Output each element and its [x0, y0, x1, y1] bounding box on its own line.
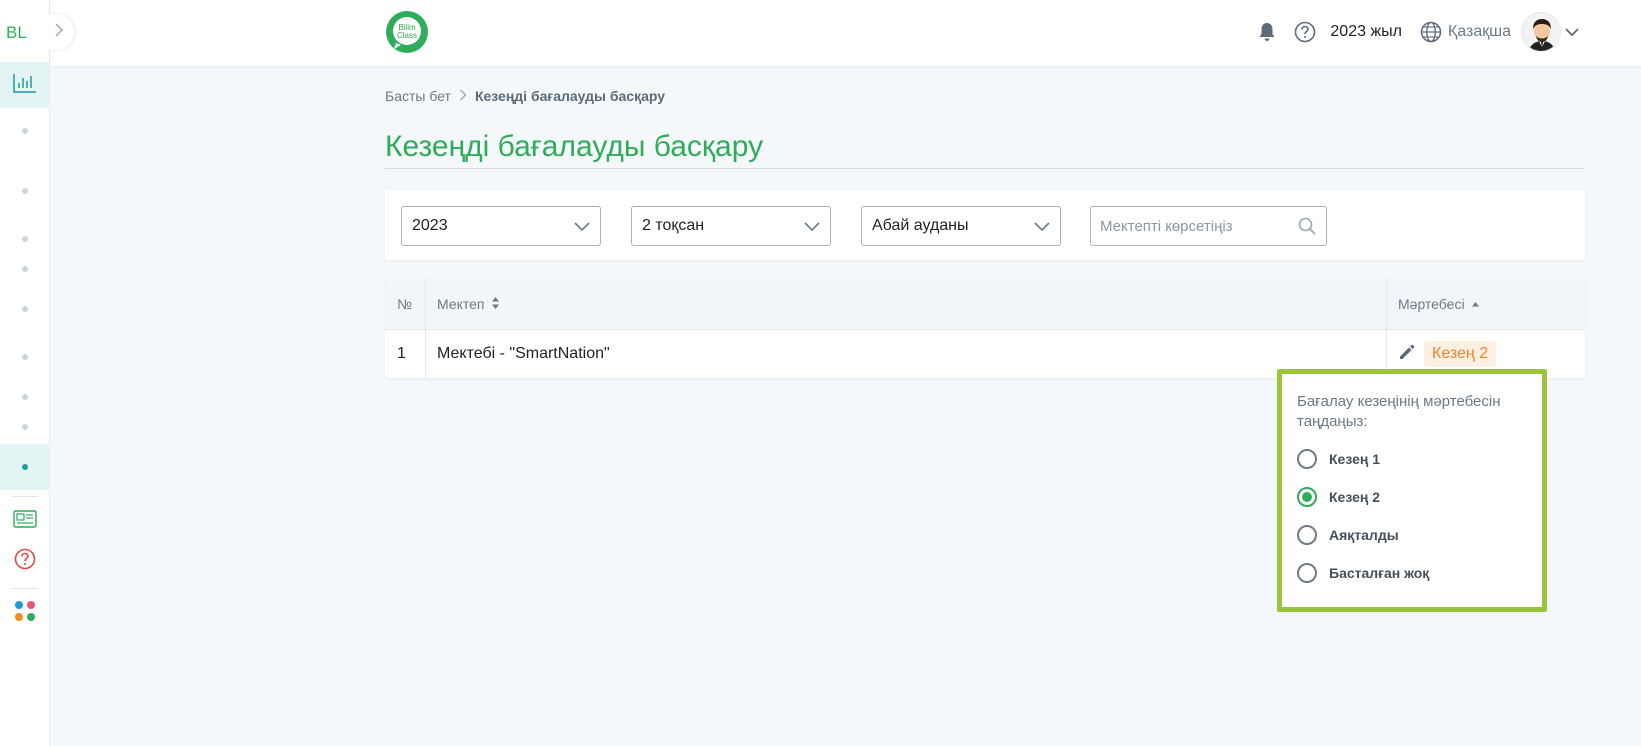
column-header-number: №	[385, 278, 425, 330]
column-header-status[interactable]: Мәртебесі	[1386, 278, 1585, 330]
district-select[interactable]: Абай ауданы	[861, 206, 1061, 246]
table-row-number: 1	[385, 330, 425, 378]
language-selector[interactable]: Қазақша	[1448, 23, 1511, 41]
chevron-down-icon	[574, 219, 590, 238]
radio-button[interactable]	[1297, 449, 1317, 469]
radio-button[interactable]	[1297, 525, 1317, 545]
school-search	[1090, 206, 1327, 246]
svg-text:BL: BL	[6, 23, 27, 42]
column-header-school-label: Мектеп	[437, 296, 485, 312]
dot-icon	[22, 188, 28, 194]
bar-chart-icon	[13, 73, 37, 98]
academic-year[interactable]: 2023 жыл	[1330, 23, 1402, 41]
schools-table: № Мектеп Мәртебесі 1 Мектебі - "SmartNat…	[385, 278, 1585, 378]
column-header-status-label: Мәртебесі	[1398, 296, 1465, 312]
svg-text:Class: Class	[397, 31, 417, 40]
breadcrumb: Басты бет Кезеңді бағалауды басқару	[385, 88, 665, 104]
sidebar-item-2[interactable]	[0, 168, 50, 214]
radio-label: Кезең 2	[1329, 489, 1381, 505]
page-title: Кезеңді бағалауды басқару	[385, 130, 764, 163]
column-header-school[interactable]: Мектеп	[425, 278, 1386, 330]
help-circle-icon	[14, 548, 36, 575]
sidebar-item-help[interactable]	[0, 538, 50, 584]
year-select-value: 2023	[412, 217, 448, 234]
edit-pencil-icon[interactable]	[1398, 343, 1416, 366]
popover-title: Бағалау кезеңінің мәртебесін таңдаңыз:	[1297, 393, 1501, 430]
radio-label: Аяқталды	[1329, 527, 1399, 543]
title-divider	[385, 168, 1585, 169]
table-row-school: Мектебі - "SmartNation"	[425, 330, 1386, 378]
sort-ascending-icon[interactable]	[1471, 296, 1480, 312]
dot-icon	[22, 306, 28, 312]
sidebar-item-5[interactable]	[0, 286, 50, 332]
radio-label: Кезең 1	[1329, 451, 1381, 467]
school-search-input[interactable]	[1091, 207, 1281, 245]
breadcrumb-current: Кезеңді бағалауды басқару	[474, 88, 666, 104]
chevron-right-icon	[459, 88, 467, 104]
dot-icon	[22, 394, 28, 400]
globe-icon[interactable]	[1420, 21, 1442, 43]
status-popover: Бағалау кезеңінің мәртебесін таңдаңыз: К…	[1277, 369, 1547, 612]
sidebar-divider	[12, 588, 38, 589]
avatar[interactable]	[1521, 12, 1561, 52]
bell-icon[interactable]	[1258, 22, 1276, 42]
search-icon[interactable]	[1298, 217, 1316, 240]
status-badge[interactable]: Кезең 2	[1424, 341, 1497, 367]
radio-option-stage-2[interactable]: Кезең 2	[1297, 485, 1380, 509]
radio-button[interactable]	[1297, 563, 1317, 583]
chevron-down-icon	[804, 219, 820, 238]
top-header: Bilim Class 2023 жыл Қазақша	[50, 0, 1641, 66]
school-name: Мектебі - "SmartNation"	[437, 345, 610, 362]
radio-label: Басталған жоқ	[1329, 565, 1430, 581]
bilim-class-logo[interactable]: Bilim Class	[384, 9, 430, 55]
year-select[interactable]: 2023	[401, 206, 601, 246]
sort-icon[interactable]	[491, 296, 500, 313]
sidebar-divider	[12, 496, 38, 497]
sidebar-item-1[interactable]	[0, 108, 50, 154]
dot-icon	[22, 128, 28, 134]
sidebar: BL	[0, 0, 74, 746]
dot-icon	[22, 266, 28, 272]
chevron-right-icon	[54, 22, 64, 43]
chevron-down-icon[interactable]	[1565, 24, 1579, 42]
help-icon[interactable]	[1294, 21, 1316, 43]
radio-option-stage-1[interactable]: Кезең 1	[1297, 447, 1380, 471]
row-number: 1	[397, 345, 406, 362]
radio-option-finished[interactable]: Аяқталды	[1297, 523, 1399, 547]
filter-panel: 2023 2 тоқсан Абай ауданы	[385, 190, 1585, 260]
quarter-select[interactable]: 2 тоқсан	[631, 206, 831, 246]
sidebar-item-active[interactable]	[0, 444, 50, 490]
district-select-value: Абай ауданы	[872, 217, 969, 234]
dot-icon	[22, 354, 28, 360]
breadcrumb-home[interactable]: Басты бет	[385, 88, 451, 104]
chevron-down-icon	[1034, 219, 1050, 238]
dot-icon	[22, 236, 28, 242]
dot-icon	[22, 464, 28, 470]
news-icon	[13, 509, 37, 533]
dot-icon	[22, 424, 28, 430]
radio-button-checked[interactable]	[1297, 487, 1317, 507]
sidebar-item-analytics[interactable]	[0, 62, 50, 108]
bl-logo[interactable]: BL	[6, 20, 42, 44]
apps-icon	[14, 600, 36, 627]
quarter-select-value: 2 тоқсан	[642, 217, 705, 234]
header-actions: 2023 жыл Қазақша	[1244, 14, 1511, 50]
sidebar-item-apps[interactable]	[0, 590, 50, 636]
column-header-number-label: №	[397, 296, 413, 312]
radio-option-not-started[interactable]: Басталған жоқ	[1297, 561, 1429, 585]
